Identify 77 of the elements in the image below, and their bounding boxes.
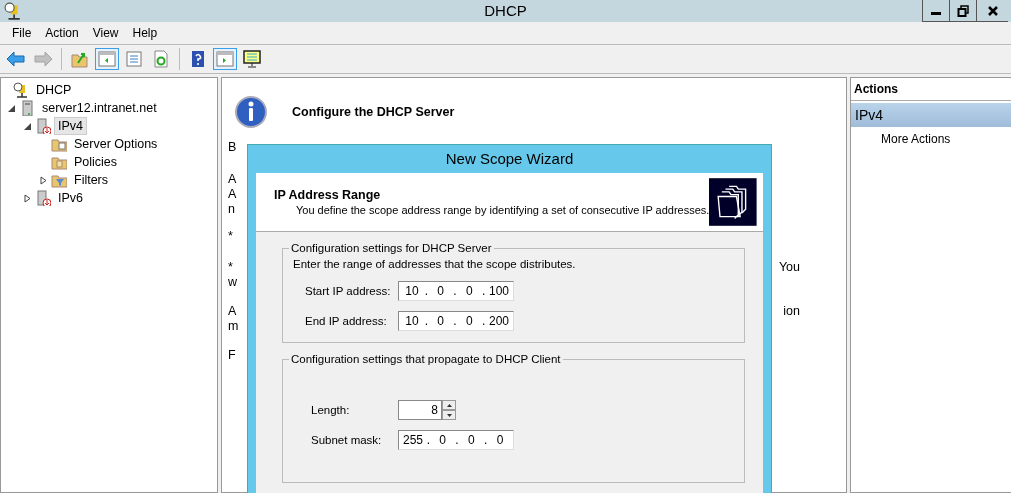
body-text: A <box>228 187 237 202</box>
expanded-caret-icon[interactable] <box>7 103 16 113</box>
tree-item[interactable]: IPv6 <box>54 189 87 207</box>
folders-icon <box>709 176 757 228</box>
action-pane-button[interactable] <box>213 48 237 70</box>
dhcp-icon <box>13 82 29 98</box>
list-icon <box>124 50 144 68</box>
server-icon <box>19 100 35 116</box>
body-text: F <box>228 348 236 363</box>
tree-item[interactable]: server12.intranet.net <box>38 99 161 117</box>
group-legend: Configuration settings for DHCP Server <box>289 242 494 254</box>
field-label: Subnet mask: <box>311 434 383 446</box>
field-label: Start IP address: <box>305 285 392 297</box>
field-label: End IP address: <box>305 315 388 327</box>
info-icon <box>234 95 268 129</box>
wizard-heading: IP Address Range <box>274 188 382 202</box>
ip-address-field[interactable]: 10 . 0 . 0 . 100 <box>398 281 514 301</box>
body-text: * <box>228 260 233 275</box>
collapsed-caret-icon[interactable] <box>23 193 32 203</box>
restore-button[interactable] <box>949 0 976 22</box>
body-text: n <box>228 202 235 217</box>
up-caret-icon <box>446 403 452 407</box>
body-text: A <box>228 304 237 319</box>
menu-item[interactable]: View <box>86 26 127 40</box>
dialog-title: New Scope Wizard <box>444 149 575 169</box>
network-icon <box>35 190 51 206</box>
menu-item[interactable]: File <box>6 26 40 40</box>
group-legend: Configuration settings that propagate to DHCP Client <box>289 353 563 365</box>
body-text: * <box>228 229 233 244</box>
tree-item[interactable]: Policies <box>70 153 122 171</box>
body-text: B <box>228 140 237 155</box>
action-link[interactable]: More Actions <box>851 127 1011 146</box>
action-group-header[interactable]: IPv4 <box>851 103 1011 127</box>
minimize-button[interactable] <box>922 0 949 22</box>
section-heading: Configure the DHCP Server <box>292 105 455 119</box>
tree-item[interactable]: Server Options <box>70 135 162 153</box>
instruction-text: Enter the range of addresses that the scope distributes. <box>292 257 577 272</box>
collapsed-caret-icon[interactable] <box>39 175 48 185</box>
expanded-caret-icon[interactable] <box>23 121 32 131</box>
spin-down-button[interactable] <box>442 410 456 420</box>
ip-address-field[interactable]: 255 . 0 . 0 . 0 <box>398 430 514 450</box>
body-text: w <box>228 275 238 290</box>
monitor-button[interactable] <box>240 48 264 70</box>
refresh-icon <box>151 50 171 68</box>
body-text: m <box>228 319 239 334</box>
tree-item[interactable]: Filters <box>70 171 113 189</box>
right-arrow-icon <box>33 50 53 68</box>
window-title: DHCP <box>484 2 527 19</box>
network-icon <box>35 118 51 134</box>
down-caret-icon <box>446 413 452 417</box>
close-icon <box>986 4 999 17</box>
tree-item[interactable]: DHCP <box>32 81 76 99</box>
funnel-icon <box>51 172 67 188</box>
restore-icon <box>957 4 969 17</box>
close-button[interactable] <box>976 0 1008 22</box>
body-text: A <box>228 172 237 187</box>
actions-header: Actions <box>851 78 1011 101</box>
minimize-icon <box>931 12 941 15</box>
menu-item[interactable]: Action <box>39 26 87 40</box>
tree-item[interactable]: IPv4 <box>54 117 87 135</box>
wizard-subtitle: You define the scope address range by identifying a set of consecutive IP addresses. <box>296 204 710 216</box>
folder-icon <box>51 136 67 152</box>
folder-icon <box>51 154 67 170</box>
window-icon <box>97 50 117 68</box>
dhcp-icon <box>4 2 22 20</box>
spin-up-button[interactable] <box>442 400 456 410</box>
monitor-icon <box>242 50 262 68</box>
window-icon <box>215 50 235 68</box>
field-label: Length: <box>311 404 351 416</box>
ip-address-field[interactable]: 10 . 0 . 0 . 200 <box>398 311 514 331</box>
left-arrow-icon <box>6 50 26 68</box>
folder-icon <box>70 50 90 68</box>
length-field[interactable]: 8 <box>398 400 442 420</box>
body-text: You <box>778 260 800 275</box>
menu-item[interactable]: Help <box>126 26 166 40</box>
body-text: ion <box>783 304 800 319</box>
show-tree-button[interactable] <box>95 48 119 70</box>
